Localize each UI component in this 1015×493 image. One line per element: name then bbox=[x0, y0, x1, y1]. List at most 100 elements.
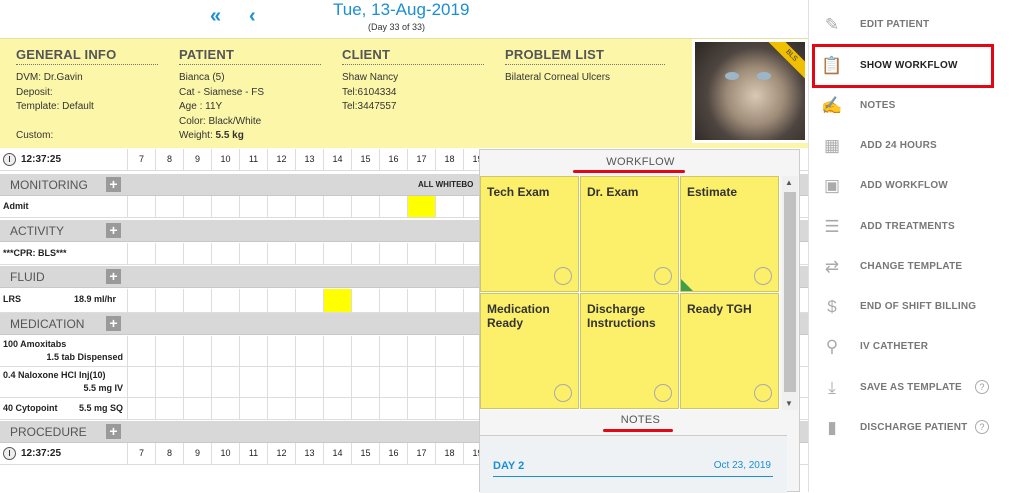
grid-cell[interactable] bbox=[379, 243, 407, 264]
scroll-thumb[interactable] bbox=[784, 192, 796, 392]
workflow-card-tech-exam[interactable]: Tech Exam bbox=[480, 176, 579, 292]
grid-cell[interactable] bbox=[267, 243, 295, 264]
scroll-down-icon[interactable]: ▼ bbox=[785, 399, 793, 408]
grid-cell[interactable] bbox=[267, 196, 295, 217]
grid-cell[interactable] bbox=[183, 336, 211, 366]
grid-cell[interactable] bbox=[127, 289, 155, 312]
grid-cell[interactable] bbox=[407, 398, 435, 419]
grid-cell[interactable] bbox=[267, 367, 295, 397]
grid-cell[interactable] bbox=[435, 196, 463, 217]
workflow-card-dr-exam[interactable]: Dr. Exam bbox=[580, 176, 679, 292]
grid-cell[interactable] bbox=[267, 336, 295, 366]
menu-notes[interactable]: ✍ NOTES bbox=[809, 86, 1015, 126]
grid-cell[interactable] bbox=[379, 398, 407, 419]
grid-cell[interactable] bbox=[323, 289, 351, 312]
grid-cell[interactable] bbox=[351, 196, 379, 217]
status-circle-icon[interactable] bbox=[654, 384, 672, 402]
grid-cell[interactable] bbox=[351, 289, 379, 312]
patient-photo[interactable]: BLS bbox=[692, 39, 808, 143]
grid-cell[interactable] bbox=[323, 243, 351, 264]
grid-cell[interactable] bbox=[239, 289, 267, 312]
grid-cell[interactable] bbox=[379, 196, 407, 217]
grid-cell[interactable] bbox=[435, 367, 463, 397]
grid-cell[interactable] bbox=[407, 336, 435, 366]
grid-cell[interactable] bbox=[351, 367, 379, 397]
grid-cell[interactable] bbox=[183, 398, 211, 419]
status-circle-icon[interactable] bbox=[754, 384, 772, 402]
workflow-scrollbar[interactable]: ▲ ▼ bbox=[782, 176, 798, 410]
grid-cell[interactable] bbox=[379, 336, 407, 366]
workflow-card-ready-tgh[interactable]: Ready TGH bbox=[680, 293, 779, 409]
grid-cell[interactable] bbox=[323, 367, 351, 397]
grid-cell[interactable] bbox=[239, 336, 267, 366]
grid-cell[interactable] bbox=[239, 243, 267, 264]
grid-cell[interactable] bbox=[435, 289, 463, 312]
grid-cell[interactable] bbox=[127, 196, 155, 217]
grid-cell[interactable] bbox=[295, 336, 323, 366]
grid-cell[interactable] bbox=[435, 398, 463, 419]
menu-edit-patient[interactable]: ✎ EDIT PATIENT bbox=[809, 5, 1015, 45]
grid-cell[interactable] bbox=[127, 243, 155, 264]
add-medication-button[interactable]: + bbox=[106, 316, 121, 331]
add-activity-button[interactable]: + bbox=[106, 223, 121, 238]
grid-cell[interactable] bbox=[127, 336, 155, 366]
grid-cell[interactable] bbox=[239, 367, 267, 397]
status-circle-icon[interactable] bbox=[554, 384, 572, 402]
grid-cell[interactable] bbox=[323, 196, 351, 217]
menu-add-24-hours[interactable]: ▦ ADD 24 HOURS bbox=[809, 126, 1015, 166]
workflow-card-medication-ready[interactable]: Medication Ready bbox=[480, 293, 579, 409]
grid-cell[interactable] bbox=[155, 336, 183, 366]
workflow-card-estimate[interactable]: Estimate bbox=[680, 176, 779, 292]
grid-cell[interactable] bbox=[379, 289, 407, 312]
workflow-card-discharge-instructions[interactable]: Discharge Instructions bbox=[580, 293, 679, 409]
help-icon[interactable]: ? bbox=[975, 420, 989, 434]
menu-change-template[interactable]: ⇄ CHANGE TEMPLATE bbox=[809, 247, 1015, 287]
grid-cell[interactable] bbox=[295, 398, 323, 419]
notes-day-label[interactable]: DAY 2 bbox=[493, 460, 524, 472]
help-icon[interactable]: ? bbox=[975, 380, 989, 394]
grid-cell[interactable] bbox=[183, 367, 211, 397]
status-circle-icon[interactable] bbox=[754, 267, 772, 285]
grid-cell[interactable] bbox=[239, 398, 267, 419]
menu-iv-catheter[interactable]: ⚲ IV CATHETER bbox=[809, 327, 1015, 367]
previous-all-button[interactable]: « bbox=[210, 6, 221, 26]
grid-cell[interactable] bbox=[267, 289, 295, 312]
grid-cell[interactable] bbox=[211, 243, 239, 264]
grid-cell[interactable] bbox=[407, 196, 435, 217]
previous-day-button[interactable]: ‹ bbox=[249, 6, 256, 26]
status-circle-icon[interactable] bbox=[654, 267, 672, 285]
grid-cell[interactable] bbox=[351, 336, 379, 366]
grid-cell[interactable] bbox=[155, 398, 183, 419]
grid-cell[interactable] bbox=[155, 196, 183, 217]
scroll-up-icon[interactable]: ▲ bbox=[785, 178, 793, 187]
grid-cell[interactable] bbox=[183, 196, 211, 217]
add-procedure-button[interactable]: + bbox=[106, 424, 121, 439]
grid-cell[interactable] bbox=[295, 196, 323, 217]
grid-cell[interactable] bbox=[183, 289, 211, 312]
add-monitoring-button[interactable]: + bbox=[106, 177, 121, 192]
grid-cell[interactable] bbox=[155, 289, 183, 312]
grid-cell[interactable] bbox=[323, 336, 351, 366]
grid-cell[interactable] bbox=[295, 243, 323, 264]
grid-cell[interactable] bbox=[295, 367, 323, 397]
grid-cell[interactable] bbox=[435, 243, 463, 264]
menu-add-workflow[interactable]: ▣ ADD WORKFLOW bbox=[809, 166, 1015, 206]
grid-cell[interactable] bbox=[351, 398, 379, 419]
menu-discharge-patient[interactable]: ▮ DISCHARGE PATIENT? bbox=[809, 408, 1015, 448]
grid-cell[interactable] bbox=[127, 398, 155, 419]
grid-cell[interactable] bbox=[407, 289, 435, 312]
grid-cell[interactable] bbox=[211, 289, 239, 312]
grid-cell[interactable] bbox=[211, 367, 239, 397]
grid-cell[interactable] bbox=[211, 398, 239, 419]
grid-cell[interactable] bbox=[239, 196, 267, 217]
status-circle-icon[interactable] bbox=[554, 267, 572, 285]
grid-cell[interactable] bbox=[295, 289, 323, 312]
grid-cell[interactable] bbox=[323, 398, 351, 419]
grid-cell[interactable] bbox=[183, 243, 211, 264]
menu-end-of-shift-billing[interactable]: $ END OF SHIFT BILLING bbox=[809, 287, 1015, 327]
grid-cell[interactable] bbox=[351, 243, 379, 264]
grid-cell[interactable] bbox=[407, 367, 435, 397]
menu-add-treatments[interactable]: ☰ ADD TREATMENTS bbox=[809, 207, 1015, 247]
grid-cell[interactable] bbox=[407, 243, 435, 264]
grid-cell[interactable] bbox=[211, 336, 239, 366]
